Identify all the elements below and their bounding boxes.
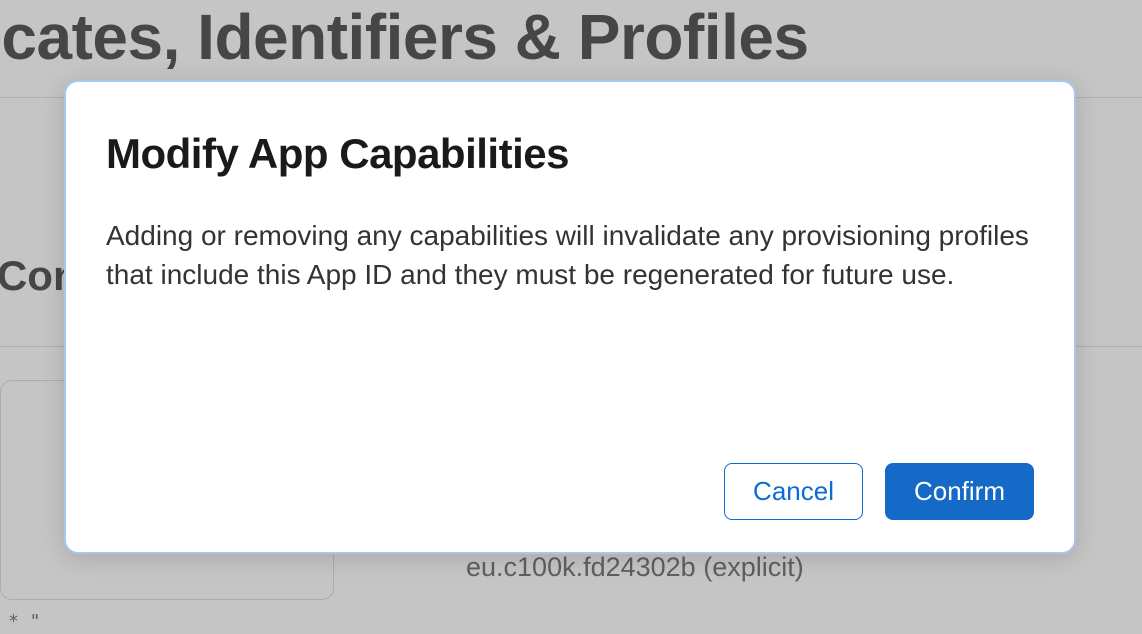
confirm-button[interactable]: Confirm (885, 463, 1034, 520)
cancel-button[interactable]: Cancel (724, 463, 863, 520)
dialog-footer: Cancel Confirm (106, 463, 1034, 520)
dialog-body-text: Adding or removing any capabilities will… (106, 216, 1034, 463)
modify-capabilities-dialog: Modify App Capabilities Adding or removi… (64, 80, 1076, 554)
dialog-title: Modify App Capabilities (106, 130, 1034, 178)
